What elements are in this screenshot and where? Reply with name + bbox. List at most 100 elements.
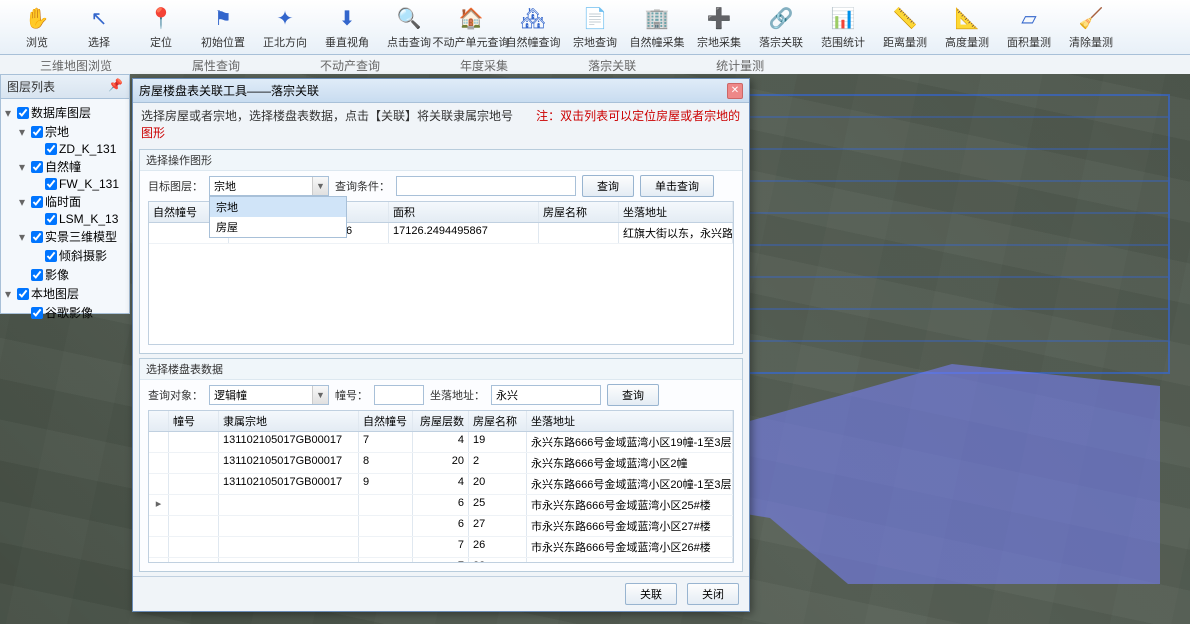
query-button[interactable]: 查询 <box>607 384 659 406</box>
tool-label: 宗地采集 <box>697 34 741 50</box>
table-row[interactable]: 131102105017GB000177419永兴东路666号金域蓝湾小区19幢… <box>149 432 733 453</box>
query-cond-label: 查询条件： <box>335 178 390 194</box>
tree-node[interactable]: 倾斜摄影 <box>33 246 125 265</box>
layer-checkbox[interactable] <box>45 143 57 155</box>
tool-down[interactable]: ⬇垂直视角 <box>318 2 376 52</box>
tool-house2[interactable]: 🏘自然幢查询 <box>504 2 562 52</box>
tool-stats[interactable]: 📊范围统计 <box>814 2 872 52</box>
down-icon: ⬇ <box>333 4 361 32</box>
tool-house[interactable]: 🏠不动产单元查询 <box>442 2 500 52</box>
tree-node[interactable]: 谷歌影像 <box>19 303 125 322</box>
tool-search[interactable]: 🔍点击查询 <box>380 2 438 52</box>
target-layer-combo[interactable]: ▼ 宗地 房屋 <box>209 176 329 196</box>
address-input[interactable] <box>491 385 601 405</box>
select-shape-fieldset: 选择操作图形 目标图层： ▼ 宗地 房屋 查询条件： 查询 单击查询 自然幢号 … <box>139 149 743 354</box>
tree-toggle-icon[interactable]: ▾ <box>19 195 29 209</box>
target-layer-input[interactable] <box>209 176 329 196</box>
layer-checkbox[interactable] <box>31 196 43 208</box>
close-button[interactable]: 关闭 <box>687 583 739 605</box>
building-result-grid[interactable]: 幢号 隶属宗地 自然幢号 房屋层数 房屋名称 坐落地址 131102105017… <box>148 410 734 563</box>
tree-toggle-icon[interactable]: ▾ <box>5 106 15 120</box>
table-row[interactable]: 728市永兴东路666号金域蓝湾小区28#楼 <box>149 558 733 562</box>
query-object-label: 查询对象： <box>148 387 203 403</box>
tool-clear[interactable]: 🧹清除量测 <box>1062 2 1120 52</box>
chevron-down-icon[interactable]: ▼ <box>312 177 328 195</box>
group-label: 属性查询 <box>152 55 280 74</box>
hand-icon: ✋ <box>23 4 51 32</box>
layer-tree[interactable]: ▾数据库图层▾宗地ZD_K_131▾自然幢FW_K_131▾临时面LSM_K_1… <box>1 99 129 326</box>
layer-checkbox[interactable] <box>31 231 43 243</box>
luozong-dialog: 房屋楼盘表关联工具——落宗关联 ✕ 选择房屋或者宗地，选择楼盘表数据，点击【关联… <box>132 78 750 612</box>
layer-checkbox[interactable] <box>31 161 43 173</box>
tree-node[interactable]: FW_K_131 <box>33 176 125 192</box>
table-row[interactable]: 131102105017GB000178202永兴东路666号金域蓝湾小区2幢 <box>149 453 733 474</box>
tree-toggle-icon[interactable]: ▾ <box>19 125 29 139</box>
table-row[interactable]: 726市永兴东路666号金域蓝湾小区26#楼 <box>149 537 733 558</box>
single-query-button[interactable]: 单击查询 <box>640 175 714 197</box>
table-row[interactable]: 131102105017GB000179420永兴东路666号金域蓝湾小区20幢… <box>149 474 733 495</box>
layer-checkbox[interactable] <box>31 269 43 281</box>
query-object-combo[interactable]: ▼ <box>209 385 329 405</box>
group-label: 统计量测 <box>676 55 804 74</box>
tree-toggle-icon[interactable]: ▾ <box>5 287 15 301</box>
tool-hand[interactable]: ✋浏览 <box>8 2 66 52</box>
dialog-titlebar[interactable]: 房屋楼盘表关联工具——落宗关联 ✕ <box>133 79 749 103</box>
tree-label: 实景三维模型 <box>45 228 117 245</box>
table-row[interactable]: ▸625市永兴东路666号金域蓝湾小区25#楼 <box>149 495 733 516</box>
tool-height[interactable]: 📐高度量测 <box>938 2 996 52</box>
building-no-input[interactable] <box>374 385 424 405</box>
tree-node[interactable]: ▾本地图层 <box>5 284 125 303</box>
tool-arrow[interactable]: ↖选择 <box>70 2 128 52</box>
col-header[interactable]: 幢号 <box>169 411 219 431</box>
col-header[interactable]: 房屋名称 <box>539 202 619 222</box>
query-cond-input[interactable] <box>396 176 576 196</box>
tool-label: 不动产单元查询 <box>433 34 510 50</box>
pin-icon[interactable]: 📌 <box>108 78 123 95</box>
address-label: 坐落地址： <box>430 387 485 403</box>
tool-plus[interactable]: ➕宗地采集 <box>690 2 748 52</box>
layer-checkbox[interactable] <box>31 307 43 319</box>
dropdown-option[interactable]: 宗地 <box>210 197 346 217</box>
tool-build[interactable]: 🏢自然幢采集 <box>628 2 686 52</box>
tree-node[interactable]: LSM_K_13 <box>33 211 125 227</box>
tool-link[interactable]: 🔗落宗关联 <box>752 2 810 52</box>
tree-node[interactable]: ▾自然幢 <box>19 157 125 176</box>
layer-checkbox[interactable] <box>17 288 29 300</box>
layer-checkbox[interactable] <box>31 126 43 138</box>
col-header[interactable]: 坐落地址 <box>527 411 733 431</box>
tool-compass[interactable]: ✦正北方向 <box>256 2 314 52</box>
col-header[interactable]: 房屋名称 <box>469 411 527 431</box>
col-header[interactable]: 面积 <box>389 202 539 222</box>
group-label: 三维地图浏览 <box>0 55 152 74</box>
table-row[interactable]: 627市永兴东路666号金域蓝湾小区27#楼 <box>149 516 733 537</box>
associate-button[interactable]: 关联 <box>625 583 677 605</box>
tool-area[interactable]: ▱面积量测 <box>1000 2 1058 52</box>
layer-checkbox[interactable] <box>45 250 57 262</box>
tree-node[interactable]: ZD_K_131 <box>33 141 125 157</box>
query-object-input[interactable] <box>209 385 329 405</box>
tool-flag[interactable]: ⚑初始位置 <box>194 2 252 52</box>
target-layer-dropdown[interactable]: 宗地 房屋 <box>209 196 347 238</box>
col-header[interactable]: 隶属宗地 <box>219 411 359 431</box>
tree-toggle-icon[interactable]: ▾ <box>19 160 29 174</box>
tool-pin[interactable]: 📍定位 <box>132 2 190 52</box>
col-header[interactable]: 坐落地址 <box>619 202 733 222</box>
layer-checkbox[interactable] <box>45 178 57 190</box>
tree-node[interactable]: ▾宗地 <box>19 122 125 141</box>
close-icon[interactable]: ✕ <box>727 83 743 99</box>
tree-node[interactable]: ▾数据库图层 <box>5 103 125 122</box>
tool-ruler[interactable]: 📏距离量测 <box>876 2 934 52</box>
tool-doc[interactable]: 📄宗地查询 <box>566 2 624 52</box>
tree-node[interactable]: ▾ 实景三维模型 <box>19 227 125 246</box>
tree-node[interactable]: ▾临时面 <box>19 192 125 211</box>
chevron-down-icon[interactable]: ▼ <box>312 386 328 404</box>
tree-toggle-icon[interactable]: ▾ <box>19 230 29 244</box>
dropdown-option[interactable]: 房屋 <box>210 217 346 237</box>
col-header[interactable]: 房屋层数 <box>413 411 469 431</box>
layer-checkbox[interactable] <box>45 213 57 225</box>
tool-label: 范围统计 <box>821 34 865 50</box>
tree-node[interactable]: 影像 <box>19 265 125 284</box>
layer-checkbox[interactable] <box>17 107 29 119</box>
query-button[interactable]: 查询 <box>582 175 634 197</box>
col-header[interactable]: 自然幢号 <box>359 411 413 431</box>
